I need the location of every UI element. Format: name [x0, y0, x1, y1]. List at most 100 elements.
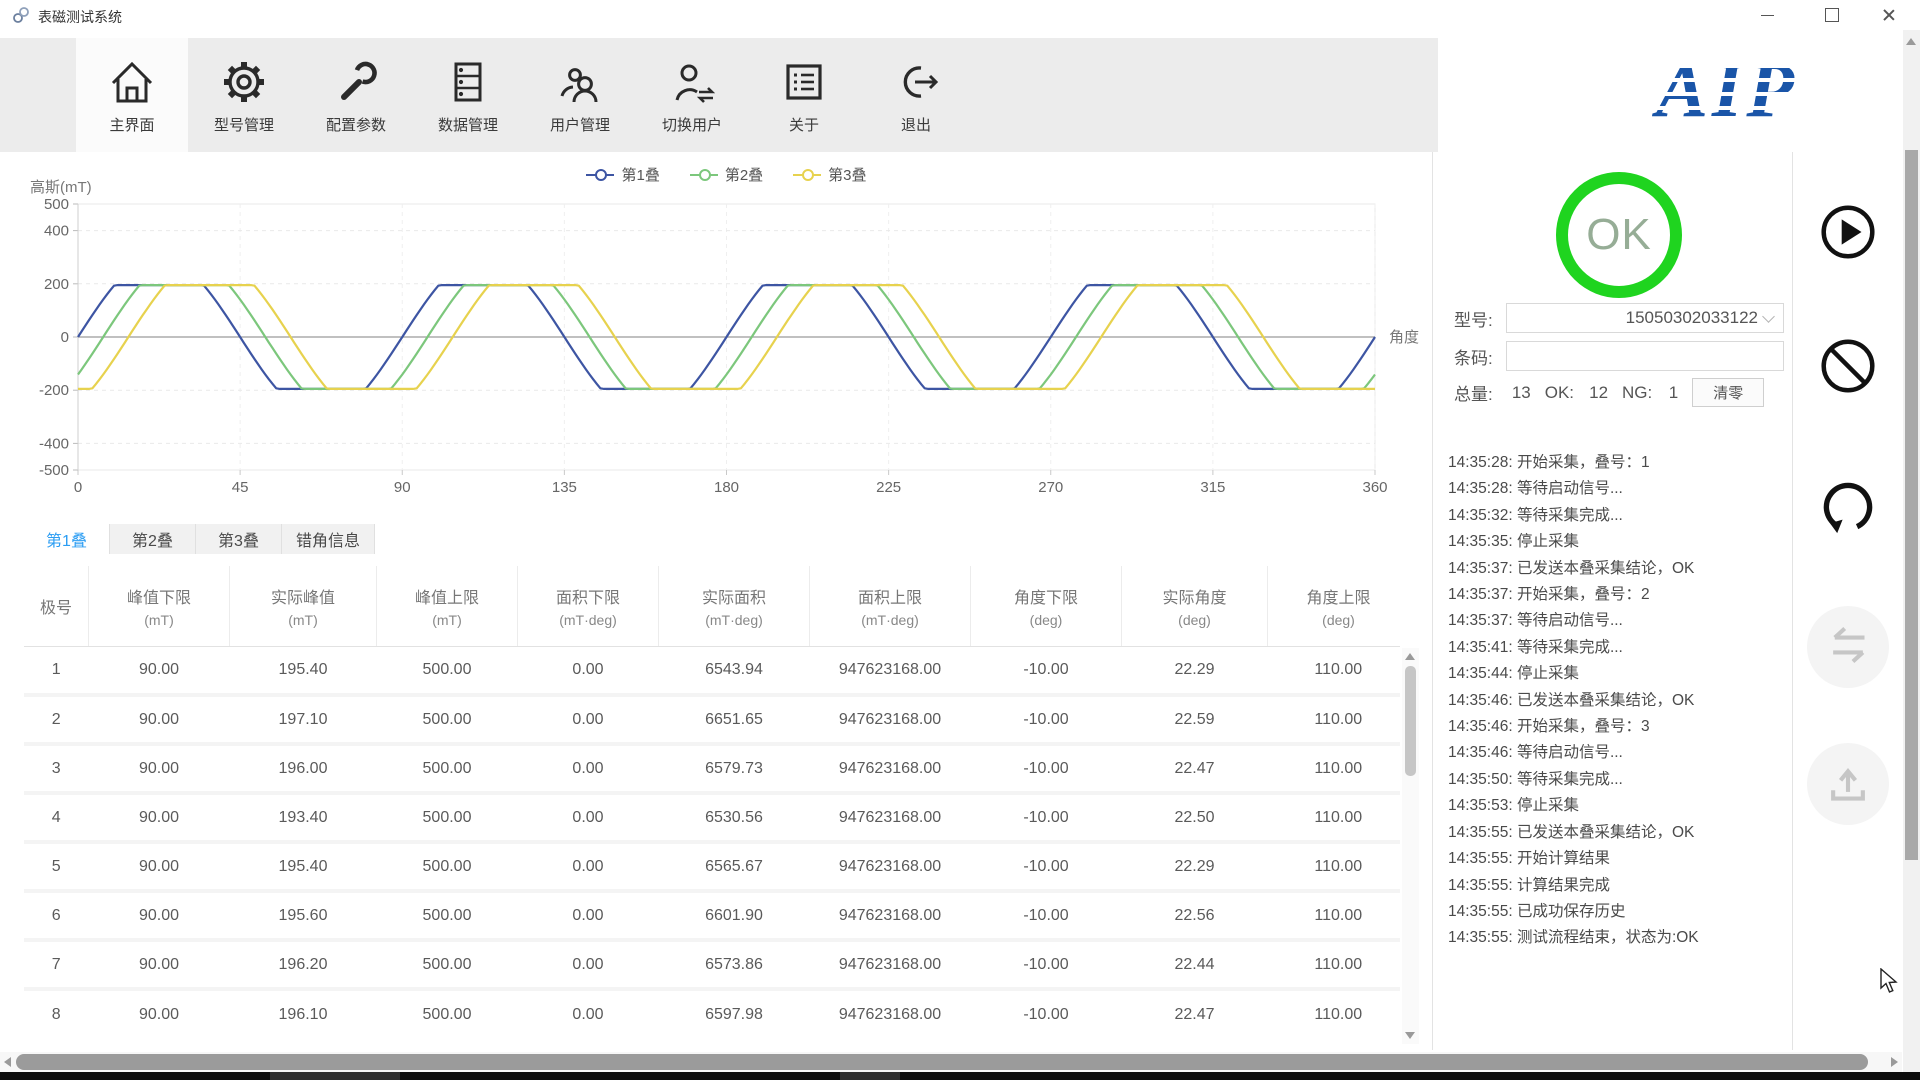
table-cell: 22.29 — [1174, 660, 1215, 678]
toolbar-item-switch-user[interactable]: 切换用户 — [636, 38, 748, 152]
log-entry: 14:35:28: 等待启动信号... — [1448, 480, 1623, 498]
toolbar-item-gear[interactable]: 型号管理 — [188, 38, 300, 152]
table-cell: 947623168.00 — [809, 938, 971, 989]
y-tick-label: 0 — [61, 329, 69, 346]
table-row[interactable]: 4 90.00 193.40 500.00 0.00 6530.56 947623168.0… — [24, 791, 1400, 842]
table-cell: 5 — [24, 840, 89, 891]
page-scroll-thumb[interactable] — [1905, 150, 1918, 860]
table-cell: 110.00 — [1267, 693, 1400, 744]
column-unit: (deg) — [1178, 611, 1211, 628]
table-vertical-scrollbar[interactable] — [1402, 648, 1419, 1044]
action-button-upload[interactable] — [1807, 743, 1889, 825]
legend-item[interactable]: 第1叠 — [586, 164, 660, 185]
clear-counters-button[interactable]: 清零 — [1692, 378, 1765, 407]
toolbar-item-about[interactable]: 关于 — [748, 38, 860, 152]
model-value: 15050302033122 — [1625, 308, 1758, 327]
barcode-input[interactable] — [1506, 341, 1784, 371]
table-row[interactable]: 7 90.00 196.20 500.00 0.00 6573.86 947623168.0… — [24, 938, 1400, 989]
chart-plot: 0 45 90 135 180 225 270 315 360 500 400 200 0 -200 -40… — [39, 196, 1419, 496]
legend-item[interactable]: 第3叠 — [793, 164, 867, 185]
scroll-down-icon[interactable] — [1405, 1032, 1415, 1039]
action-button-start[interactable] — [1807, 193, 1889, 275]
column-header: 峰值上限 (mT) — [376, 566, 518, 647]
table-cell: -10.00 — [970, 791, 1122, 842]
action-toolbar — [1793, 152, 1902, 1050]
x-tick-label: 270 — [1038, 479, 1063, 496]
scroll-up-icon[interactable] — [1405, 653, 1415, 660]
table-cell: 0.00 — [517, 791, 659, 842]
page-horizontal-scrollbar[interactable] — [0, 1052, 1902, 1072]
table-cell: 110.00 — [1267, 987, 1400, 1038]
table-cell: 947623168.00 — [838, 660, 942, 678]
table-cell: 6 — [24, 889, 89, 940]
tab-第1叠[interactable]: 第1叠 — [24, 524, 110, 554]
table-cell: 500.00 — [376, 987, 518, 1038]
column-title: 极号 — [39, 599, 72, 617]
log-entry: 14:35:41: 等待采集完成... — [1448, 638, 1623, 656]
column-header: 面积下限 (mT·deg) — [517, 566, 659, 647]
column-unit: (mT) — [144, 611, 174, 628]
table-cell: 947623168.00 — [809, 742, 971, 793]
total-value: 13 — [1511, 382, 1531, 402]
tab-第3叠[interactable]: 第3叠 — [196, 524, 282, 554]
x-tick-label: 135 — [552, 479, 577, 496]
taskbar-segment — [840, 1072, 900, 1080]
x-tick-label: 90 — [394, 479, 411, 496]
maximize-button[interactable] — [1809, 0, 1855, 30]
table-cell: 0.00 — [517, 840, 659, 891]
toolbar-item-wrench[interactable]: 配置参数 — [300, 38, 412, 152]
log-entry: 14:35:37: 等待启动信号... — [1448, 612, 1623, 630]
table-cell: 947623168.00 — [809, 889, 971, 940]
table-cell: 22.50 — [1121, 791, 1268, 842]
legend-item[interactable]: 第2叠 — [689, 164, 763, 185]
table-row[interactable]: 3 90.00 196.00 500.00 0.00 6579.73 947623168.0… — [24, 742, 1400, 793]
toolbar-item-exit[interactable]: 退出 — [860, 38, 972, 152]
table-cell: 22.29 — [1121, 840, 1268, 891]
wrench-icon — [330, 56, 382, 108]
scroll-left-icon[interactable] — [4, 1057, 11, 1067]
table-cell: 947623168.00 — [809, 987, 971, 1038]
log-entry: 14:35:55: 已成功保存历史 — [1448, 902, 1626, 920]
page-hscroll-thumb[interactable] — [16, 1054, 1868, 1070]
table-row[interactable]: 6 90.00 195.60 500.00 0.00 6601.90 947623168.0… — [24, 889, 1400, 940]
action-button-reset[interactable] — [1807, 468, 1889, 550]
results-table-wrap: 极号 峰值下限 (mT) 实际峰值 (mT) 峰值上限 (mT) 面积下限 (mT·deg) 实际… — [24, 566, 1400, 1048]
toolbar-item-home[interactable]: 主界面 — [76, 38, 188, 152]
gear-icon — [218, 56, 270, 108]
y-tick-label: -200 — [39, 382, 69, 399]
log-entry: 14:35:53: 停止采集 — [1448, 797, 1579, 815]
log-entry: 14:35:28: 开始采集，叠号：1 — [1448, 454, 1650, 471]
action-button-stop[interactable] — [1807, 327, 1889, 409]
table-row[interactable]: 8 90.00 196.10 500.00 0.00 6597.98 947623168.0… — [24, 987, 1400, 1038]
y-tick-label: -400 — [39, 435, 69, 452]
table-row[interactable]: 5 90.00 195.40 500.00 0.00 6565.67 947623168.0… — [24, 840, 1400, 891]
minimize-button[interactable] — [1744, 0, 1790, 30]
action-button-transfer[interactable] — [1807, 606, 1889, 688]
scroll-up-icon[interactable] — [1906, 38, 1916, 45]
upload-icon — [1815, 749, 1881, 820]
table-cell: 1 — [51, 660, 61, 678]
legend-marker-icon — [793, 168, 822, 181]
page-vertical-scrollbar[interactable] — [1903, 30, 1920, 1080]
table-cell: -10.00 — [970, 840, 1122, 891]
table-cell: 195.60 — [229, 889, 377, 940]
log-entry: 14:35:55: 测试流程结束，状态为:OK — [1448, 929, 1699, 947]
legend-dot-icon — [698, 168, 711, 181]
table-cell: 196.20 — [229, 938, 377, 989]
table-cell: -10.00 — [970, 987, 1122, 1038]
table-scroll-thumb[interactable] — [1405, 666, 1416, 776]
close-button[interactable] — [1866, 0, 1912, 30]
model-select[interactable]: 15050302033122 — [1506, 303, 1784, 333]
table-row[interactable]: 1 90.00 195.40 500.00 0.00 6543.94 947623168.0… — [24, 646, 1400, 695]
toolbar-item-database[interactable]: 数据管理 — [412, 38, 524, 152]
toolbar-item-label: 配置参数 — [325, 116, 386, 134]
log-entry: 14:35:46: 已发送本叠采集结论，OK — [1448, 691, 1695, 709]
tab-错角信息[interactable]: 错角信息 — [282, 524, 376, 554]
toolbar-item-label: 数据管理 — [437, 116, 498, 134]
toolbar-item-users[interactable]: 用户管理 — [524, 38, 636, 152]
tab-第2叠[interactable]: 第2叠 — [110, 524, 196, 554]
table-row[interactable]: 2 90.00 197.10 500.00 0.00 6651.65 947623168.0… — [24, 693, 1400, 744]
scroll-right-icon[interactable] — [1891, 1057, 1898, 1067]
column-unit: (mT·deg) — [705, 611, 763, 628]
table-cell: -10.00 — [970, 938, 1122, 989]
